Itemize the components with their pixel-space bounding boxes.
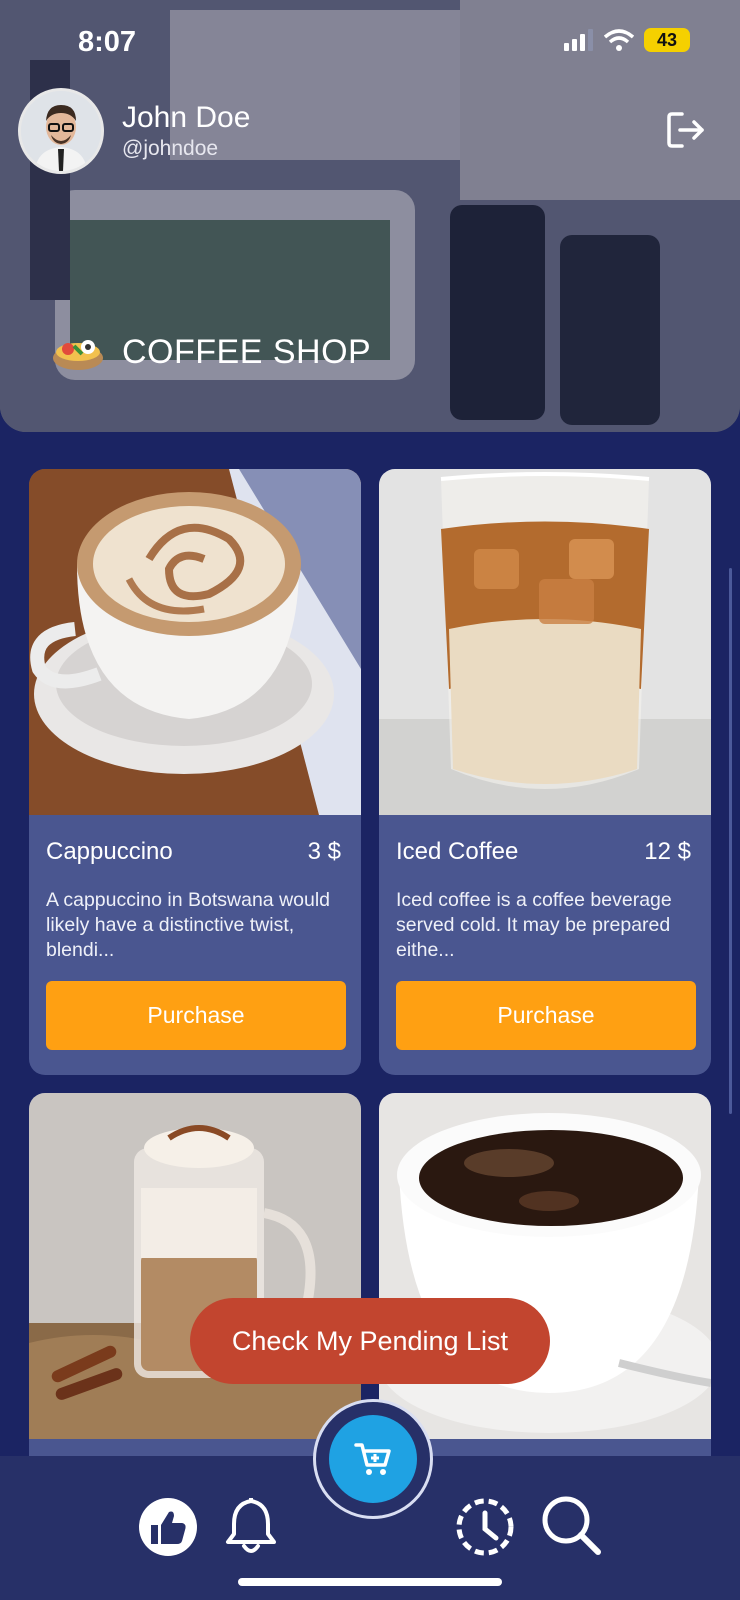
profile-header: 8:07 43 John Doe @johndoe COFFEE SHOP [0,0,740,432]
scrollbar[interactable] [729,568,732,1114]
purchase-button[interactable]: Purchase [396,981,696,1050]
shop-brand: COFFEE SHOP [52,332,371,372]
product-card: Iced Coffee 12 $ Iced coffee is a coffee… [379,469,711,1075]
battery-icon: 43 [644,28,690,52]
shop-title: COFFEE SHOP [122,332,372,371]
iced-coffee-photo [379,469,711,815]
user-text: John Doe @johndoe [122,101,250,161]
logout-icon[interactable] [666,110,706,150]
product-card: Cappuccino 3 $ A cappuccino in Botswana … [29,469,361,1075]
product-name: Cappuccino [46,838,173,865]
thumbs-up-icon[interactable] [137,1496,199,1558]
check-pending-list-button[interactable]: Check My Pending List [190,1298,550,1384]
status-icons: 43 [564,28,690,52]
latte-jar-photo [29,1093,361,1439]
product-card [379,1093,711,1493]
wifi-icon [604,29,634,51]
signal-icon [564,29,593,51]
history-icon[interactable] [454,1496,516,1558]
product-price: 3 $ [307,838,341,865]
status-bar: 8:07 43 [0,24,740,60]
coffee-shop-logo-icon [53,340,103,370]
cart-button-ring [313,1399,433,1519]
product-header-row: Cappuccino 3 $ [46,838,345,866]
status-time: 8:07 [78,26,137,58]
product-description: A cappuccino in Botswana would likely ha… [46,889,331,961]
avatar[interactable] [18,88,104,174]
cart-icon [354,1443,391,1475]
search-icon[interactable] [540,1494,602,1556]
product-name: Iced Coffee [396,838,519,865]
bell-icon[interactable] [220,1494,282,1556]
user-name: John Doe [122,101,251,134]
user-profile[interactable]: John Doe @johndoe [18,88,250,174]
product-info: Cappuccino 3 $ A cappuccino in Botswana … [29,820,361,1050]
avatar-image [21,91,101,171]
cart-button[interactable] [329,1415,417,1503]
product-description: Iced coffee is a coffee beverage served … [396,889,672,961]
product-header-row: Iced Coffee 12 $ [396,838,695,866]
product-price: 12 $ [644,838,691,865]
cappuccino-photo [29,469,361,815]
product-card [29,1093,361,1493]
home-indicator[interactable] [238,1578,502,1586]
purchase-button[interactable]: Purchase [46,981,346,1050]
black-coffee-photo [379,1093,711,1439]
product-info: Iced Coffee 12 $ Iced coffee is a coffee… [379,820,711,1050]
user-handle: @johndoe [122,137,219,160]
